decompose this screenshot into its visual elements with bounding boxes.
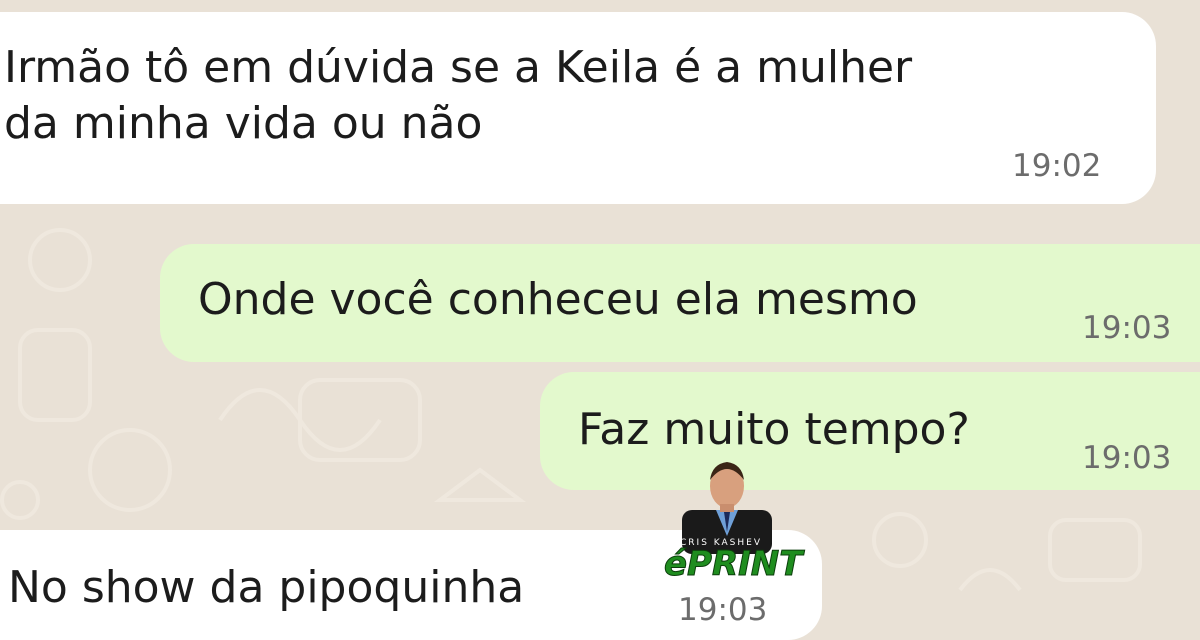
message-timestamp: 19:03 [1082,440,1172,476]
message-bubble-outgoing[interactable]: Faz muito tempo? 19:03 [540,372,1200,490]
message-text: Irmão tô em dúvida se a Keila é a mulher… [4,42,913,149]
watermark-logo: CRIS KASHEV éPRINT [663,458,803,588]
message-timestamp: 19:03 [1082,310,1172,346]
watermark-brand: éPRINT [663,544,803,584]
message-bubble-outgoing[interactable]: Onde você conheceu ela mesmo 19:03 [160,244,1200,362]
message-text: Faz muito tempo? [578,404,970,455]
message-timestamp: 19:02 [1012,148,1102,184]
message-text: Onde você conheceu ela mesmo [198,274,918,325]
message-text: No show da pipoquinha [8,562,525,613]
message-bubble-incoming[interactable]: Irmão tô em dúvida se a Keila é a mulher… [0,12,1156,204]
message-timestamp: 19:03 [678,592,768,628]
